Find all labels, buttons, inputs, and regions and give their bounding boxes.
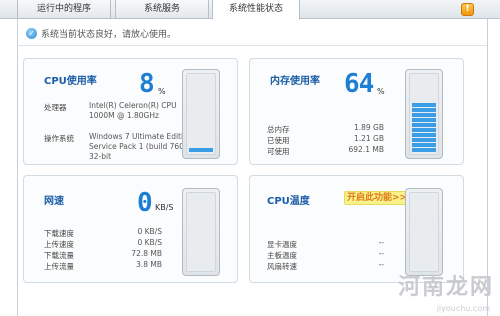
os-label: 操作系统 [44,134,74,143]
mem-used-label: 已使用 [267,136,290,145]
tab-system-services[interactable]: 系统服务 [115,0,209,19]
cpu-gauge-fill [189,147,213,152]
fan-speed-label: 风扇转速 [267,262,297,271]
enable-feature-link[interactable]: 开启此功能>> [344,191,411,205]
gpu-temp-label: 显卡温度 [267,240,297,249]
gpu-temp-value: -- [378,238,384,247]
temperature-title: CPU温度 [267,196,310,207]
mem-used-value: 1.21 GB [353,134,384,143]
network-value: 0 [137,188,153,218]
fan-speed-value: -- [378,260,384,269]
network-unit: KB/S [155,203,174,212]
upload-traffic-value: 3.8 MB [136,260,162,269]
upload-speed-value: 0 KB/S [137,238,162,247]
cpu-value: 8 [139,69,155,99]
status-text: 系统当前状态良好，请放心使用。 [41,29,177,40]
cpu-unit: % [158,87,166,96]
processor-value: Intel(R) Celeron(R) CPU 1000M @ 1.80GHz [89,101,177,120]
cpu-gauge [182,69,220,159]
cpu-title: CPU使用率 [44,76,97,87]
menu-button[interactable]: ! [461,3,474,16]
watermark-url: jiyouchu.com [436,304,490,313]
download-speed-label: 下载速度 [44,229,74,238]
os-value: Windows 7 Ultimate Edition Service Pack … [89,132,194,161]
cpu-usage-panel: CPU使用率 8 % 处理器 Intel(R) Celeron(R) CPU 1… [23,58,238,165]
memory-unit: % [377,87,385,96]
temperature-gauge [405,188,443,276]
download-traffic-label: 下载流量 [44,251,74,260]
memory-gauge [405,69,443,159]
network-gauge [182,188,220,276]
memory-gauge-fill [412,103,436,152]
mem-total-label: 总内存 [267,125,290,134]
network-title: 网速 [44,196,64,207]
memory-title: 内存使用率 [270,76,320,87]
check-icon: ✓ [26,27,37,39]
tab-running-programs[interactable]: 运行中的程序 [17,0,111,19]
board-temp-value: -- [378,249,384,258]
upload-traffic-label: 上传流量 [44,262,74,271]
mem-available-value: 692.1 MB [348,145,384,154]
mem-total-value: 1.89 GB [353,123,384,132]
status-bar: ✓ 系统当前状态良好，请放心使用。 [26,26,176,40]
download-speed-value: 0 KB/S [137,227,162,236]
network-speed-panel: 网速 0 KB/S 下载速度 0 KB/S 上传速度 0 KB/S 下载流量 7… [23,175,238,283]
upload-speed-label: 上传速度 [44,240,74,249]
tab-system-performance[interactable]: 系统性能状态 [212,0,300,20]
memory-usage-panel: 内存使用率 64 % 总内存 1.89 GB 已使用 1.21 GB 可使用 6… [249,58,464,165]
processor-label: 处理器 [44,103,67,112]
board-temp-label: 主板温度 [267,251,297,260]
memory-value: 64 [344,69,374,99]
divider [18,45,487,46]
cpu-temperature-panel: CPU温度 开启此功能>> 显卡温度 -- 主板温度 -- 风扇转速 -- [249,175,464,283]
download-traffic-value: 72.8 MB [131,249,162,258]
mem-available-label: 可使用 [267,147,290,156]
watermark-logo: 河南龙网 [397,274,494,300]
tab-bar: 运行中的程序 系统服务 系统性能状态 ! [0,0,500,20]
